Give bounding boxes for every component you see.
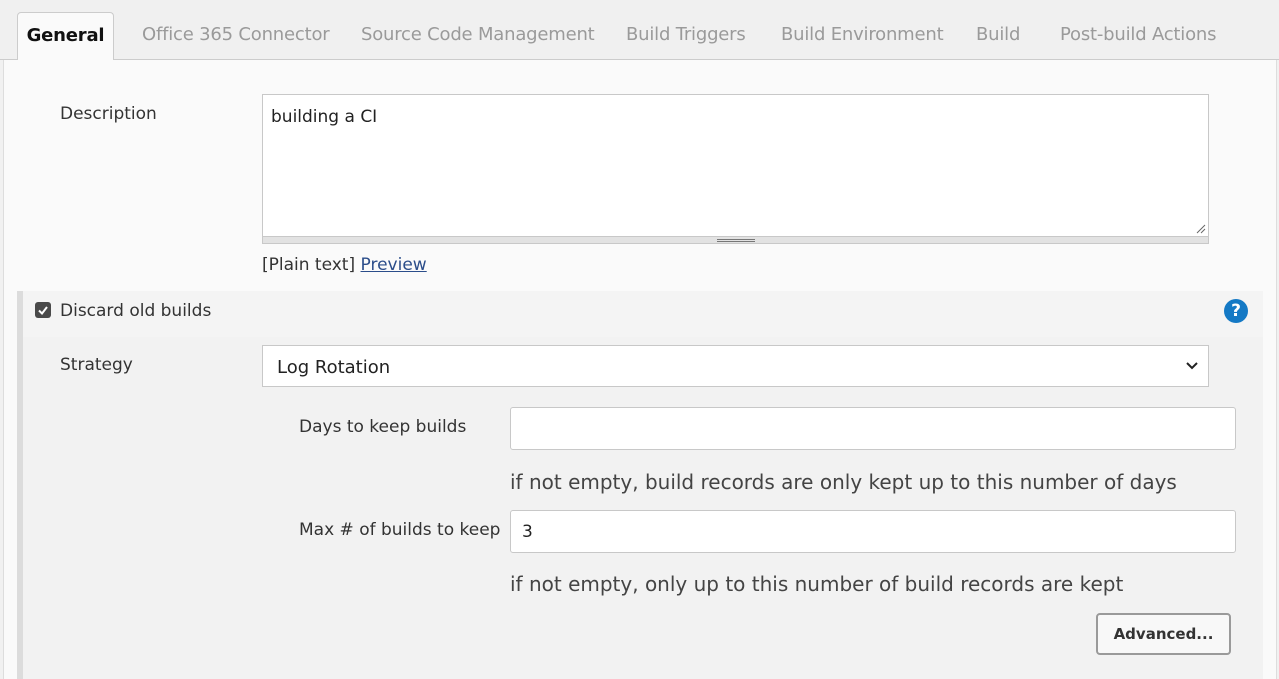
textarea-drag-bar[interactable] bbox=[262, 237, 1209, 244]
days-to-keep-input[interactable] bbox=[510, 407, 1236, 450]
plain-text-label: [Plain text] bbox=[262, 255, 356, 275]
strategy-selected-value: Log Rotation bbox=[277, 357, 391, 378]
days-to-keep-hint: if not empty, build records are only kep… bbox=[510, 470, 1177, 494]
drag-grip-icon bbox=[717, 239, 755, 242]
max-builds-input[interactable]: 3 bbox=[510, 510, 1236, 553]
description-label: Description bbox=[60, 104, 157, 124]
strategy-label: Strategy bbox=[60, 355, 133, 375]
resize-handle-icon[interactable] bbox=[1196, 224, 1206, 234]
days-to-keep-label: Days to keep builds bbox=[299, 417, 467, 437]
tab-general[interactable]: General bbox=[17, 12, 114, 61]
preview-link[interactable]: Preview bbox=[361, 255, 427, 275]
strategy-select[interactable]: Log Rotation bbox=[262, 345, 1209, 387]
description-textarea[interactable]: building a CI bbox=[262, 94, 1209, 237]
advanced-button[interactable]: Advanced... bbox=[1096, 613, 1231, 655]
tab-source-code-management[interactable]: Source Code Management bbox=[361, 24, 595, 45]
tab-build-triggers[interactable]: Build Triggers bbox=[626, 24, 746, 45]
help-icon[interactable]: ? bbox=[1224, 299, 1248, 323]
discard-old-builds-label[interactable]: Discard old builds bbox=[60, 301, 211, 321]
chevron-down-icon bbox=[1186, 362, 1198, 370]
max-builds-hint: if not empty, only up to this number of … bbox=[510, 572, 1124, 596]
description-value: building a CI bbox=[271, 107, 378, 127]
tab-bar: General Office 365 Connector Source Code… bbox=[0, 0, 1279, 61]
tab-build-environment[interactable]: Build Environment bbox=[781, 24, 944, 45]
max-builds-label: Max # of builds to keep bbox=[299, 520, 501, 540]
tab-build[interactable]: Build bbox=[976, 24, 1020, 45]
discard-old-builds-checkbox[interactable] bbox=[35, 302, 51, 318]
tab-office-365-connector[interactable]: Office 365 Connector bbox=[142, 24, 330, 45]
tab-post-build-actions[interactable]: Post-build Actions bbox=[1060, 24, 1216, 45]
checkmark-icon bbox=[38, 306, 48, 316]
format-info: [Plain text] Preview bbox=[262, 255, 427, 275]
